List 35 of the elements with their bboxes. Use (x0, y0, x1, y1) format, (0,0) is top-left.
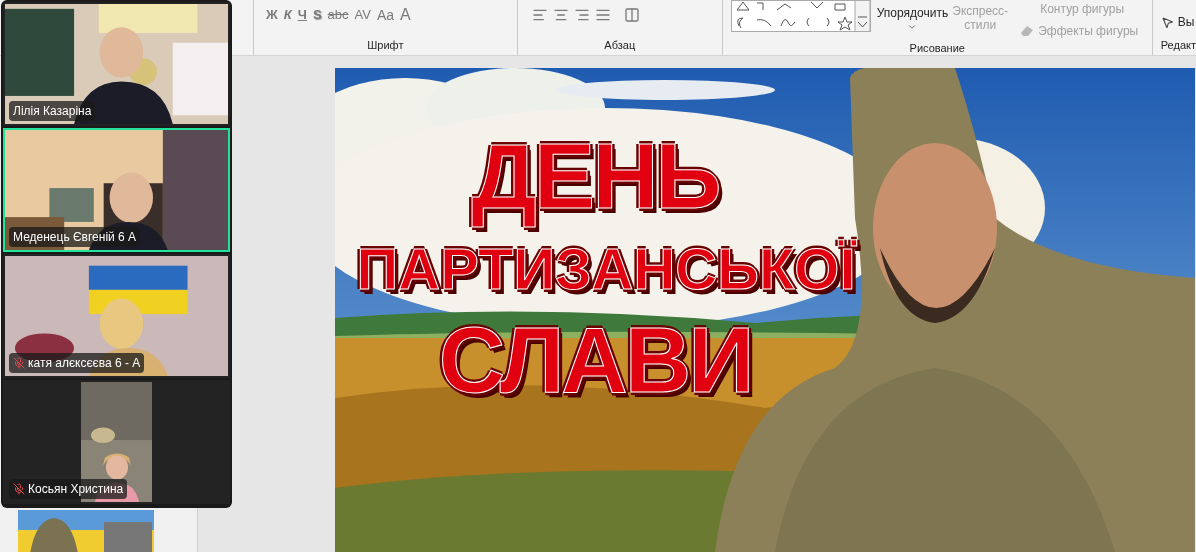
cursor-icon (1160, 15, 1174, 29)
format-button[interactable]: Ж (266, 5, 278, 25)
format-button[interactable]: Aa (376, 4, 395, 26)
video-tile[interactable]: Меденець Євгеній 6 А (3, 128, 230, 252)
group-label: Редакт (1160, 37, 1196, 53)
slide-title-line: ДЕНЬ (470, 124, 720, 229)
slide-title-line: СЛАВИ (437, 308, 753, 414)
align-left-icon[interactable] (531, 7, 548, 23)
format-button[interactable]: A (400, 3, 411, 27)
group-label: Рисование (909, 41, 965, 56)
shapes-gallery[interactable] (730, 0, 871, 32)
arrange-button[interactable]: Упорядочить (876, 4, 949, 22)
participant-name: Меденець Євгеній 6 А (13, 229, 137, 246)
format-button[interactable]: abc (327, 5, 349, 25)
video-tile[interactable]: Лілія Казаріна (3, 2, 230, 126)
columns-icon[interactable] (623, 7, 640, 23)
participant-name: Лілія Казаріна (13, 103, 92, 120)
slide-title-line: ПАРТИЗАНСЬКОЇ (355, 235, 858, 303)
format-button[interactable]: Ч (297, 5, 307, 25)
justify-icon[interactable] (594, 7, 611, 23)
align-right-icon[interactable] (573, 7, 590, 23)
group-label: Шрифт (367, 37, 404, 53)
participant-name: катя алєксєєва 6 - А (28, 355, 141, 372)
format-button[interactable]: S (312, 5, 322, 25)
format-button[interactable]: К (283, 5, 292, 25)
group-label: Абзац (604, 37, 636, 53)
slide-thumbnail[interactable] (18, 510, 154, 552)
video-tile[interactable]: Косьян Христина (3, 380, 230, 504)
video-tile[interactable]: катя алєксєєва 6 - А (3, 254, 230, 378)
align-center-icon[interactable] (552, 7, 569, 23)
eraser-icon (1020, 25, 1035, 37)
select-button[interactable]: Вы (1177, 13, 1195, 32)
format-button[interactable]: AV (354, 5, 371, 25)
participant-name: Косьян Христина (28, 481, 124, 498)
dropdown-icon[interactable] (907, 22, 918, 32)
